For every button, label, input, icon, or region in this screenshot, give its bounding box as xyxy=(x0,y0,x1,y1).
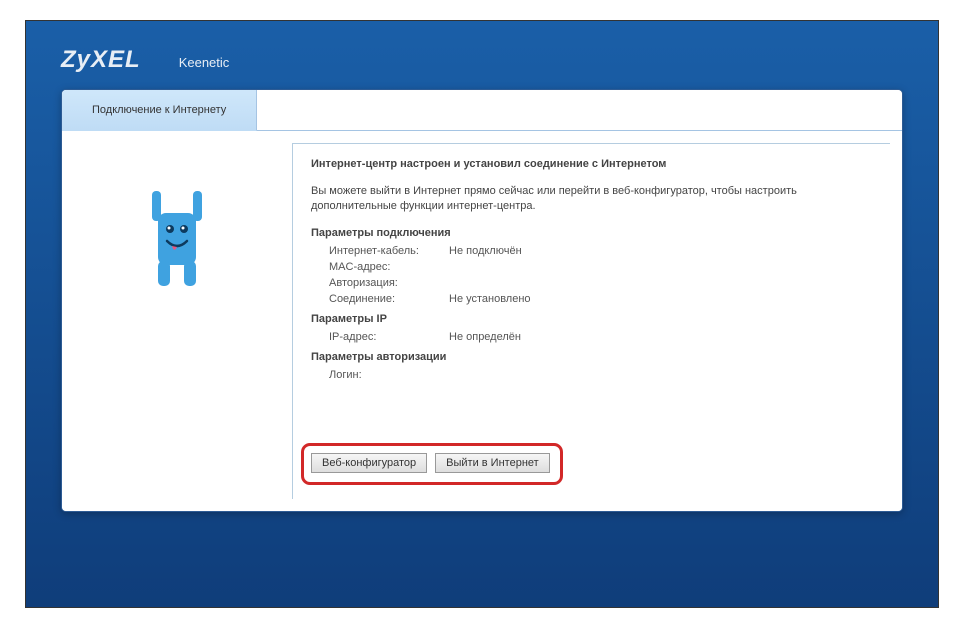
main-card: Подключение к Интернету xyxy=(61,89,903,512)
section-auth-params: Параметры авторизации xyxy=(311,351,872,363)
tab-internet-connection[interactable]: Подключение к Интернету xyxy=(62,90,257,131)
value-connection: Не установлено xyxy=(449,293,531,305)
label-auth: Авторизация: xyxy=(329,277,449,289)
web-configurator-button[interactable]: Веб-конфигуратор xyxy=(311,453,427,473)
go-internet-button[interactable]: Выйти в Интернет xyxy=(435,453,550,473)
row-auth: Авторизация: xyxy=(329,275,872,291)
content-panel: Интернет-центр настроен и установил соед… xyxy=(292,143,890,499)
label-ip: IP-адрес: xyxy=(329,331,449,343)
label-internet-cable: Интернет-кабель: xyxy=(329,245,449,257)
label-login: Логин: xyxy=(329,369,449,381)
header: ZyXEL Keenetic xyxy=(26,46,938,89)
value-internet-cable: Не подключён xyxy=(449,245,522,257)
mascot-column xyxy=(62,131,292,511)
label-connection: Соединение: xyxy=(329,293,449,305)
keenetic-mascot-icon xyxy=(142,191,212,286)
model-name: Keenetic xyxy=(179,55,230,70)
card-body: Интернет-центр настроен и установил соед… xyxy=(62,131,902,511)
row-login: Логин: xyxy=(329,367,872,383)
value-ip: Не определён xyxy=(449,331,521,343)
tab-row: Подключение к Интернету xyxy=(62,90,902,131)
row-internet-cable: Интернет-кабель: Не подключён xyxy=(329,243,872,259)
label-mac: MAC-адрес: xyxy=(329,261,449,273)
section-connection-params: Параметры подключения xyxy=(311,227,872,239)
button-row: Веб-конфигуратор Выйти в Интернет xyxy=(311,453,872,473)
section-ip-params: Параметры IP xyxy=(311,313,872,325)
row-connection: Соединение: Не установлено xyxy=(329,291,872,307)
row-ip: IP-адрес: Не определён xyxy=(329,329,872,345)
status-title: Интернет-центр настроен и установил соед… xyxy=(311,158,872,170)
app-frame: ZyXEL Keenetic Подключение к Интернету xyxy=(25,20,939,608)
status-description: Вы можете выйти в Интернет прямо сейчас … xyxy=(311,184,872,215)
brand-logo: ZyXEL xyxy=(61,46,141,74)
row-mac: MAC-адрес: xyxy=(329,259,872,275)
